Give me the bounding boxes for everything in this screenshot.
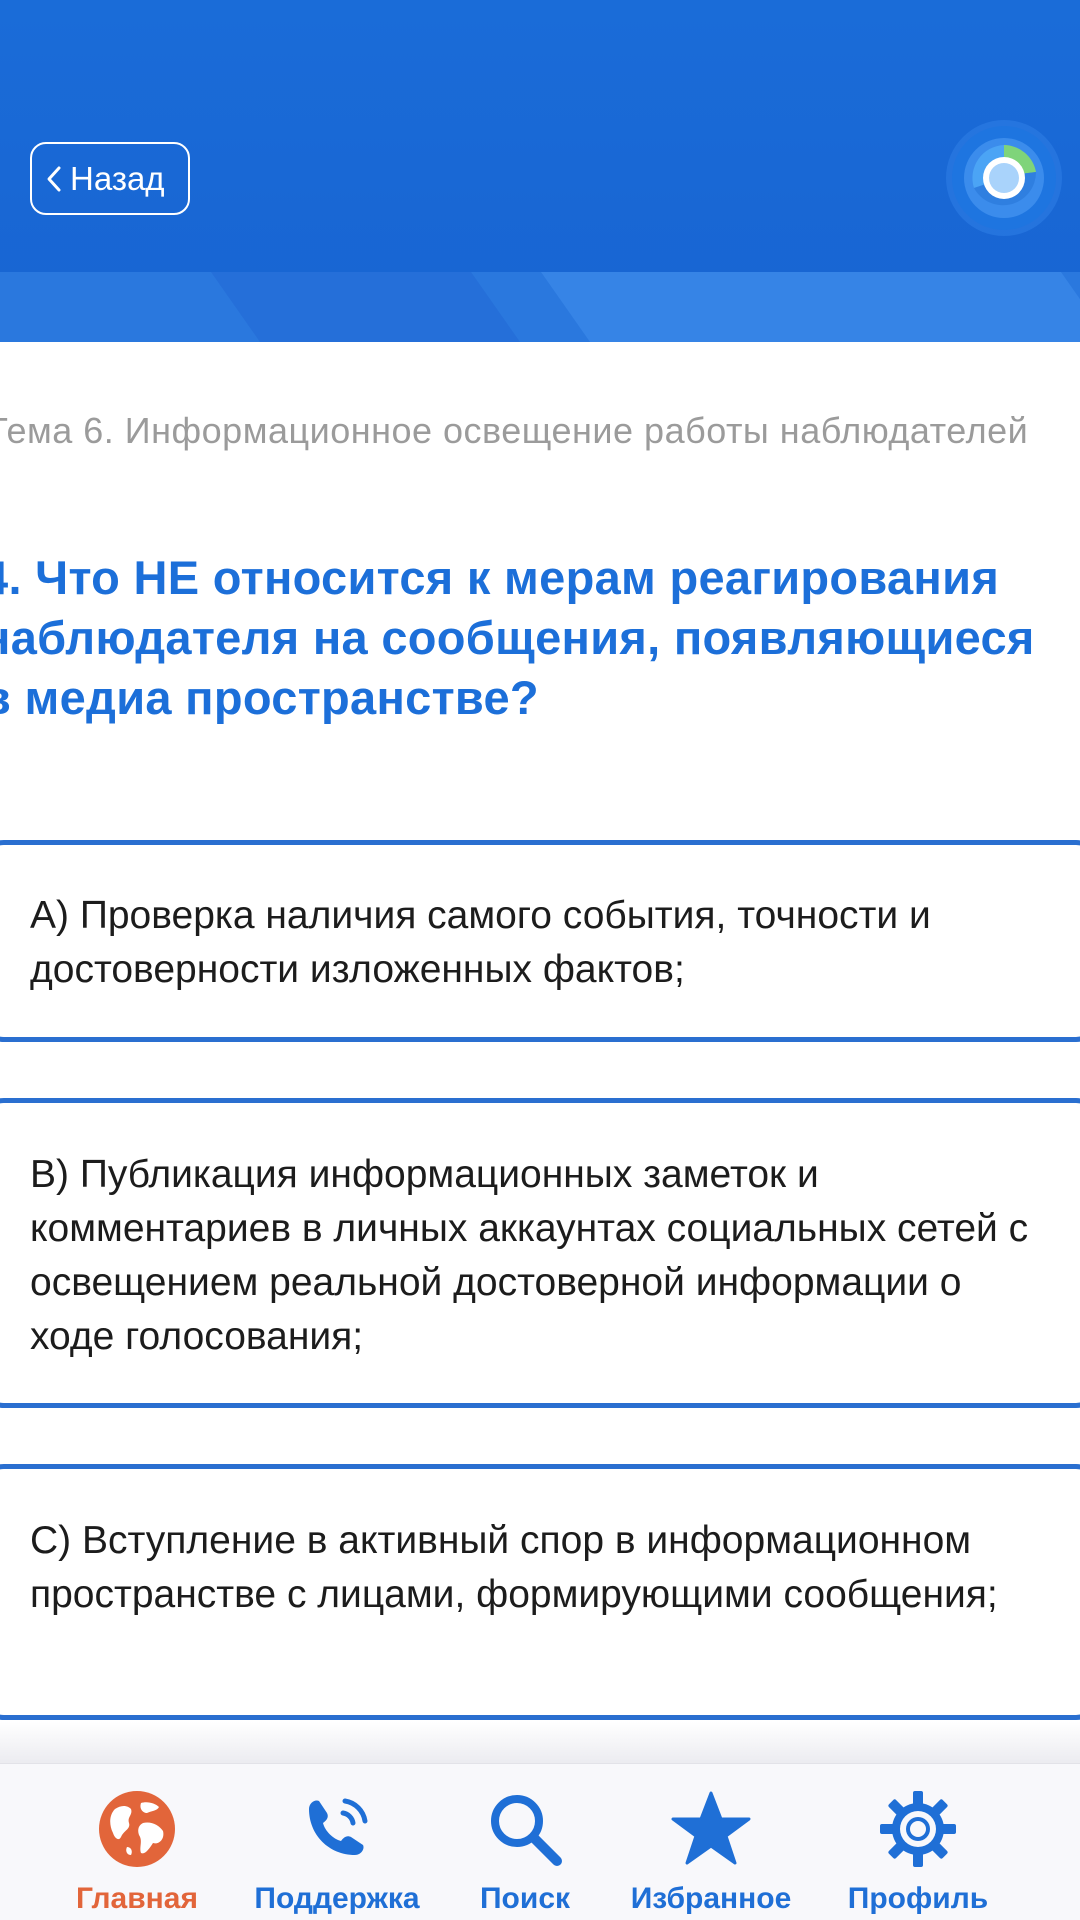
tab-label: Поддержка [254,1882,420,1915]
tab-favorites[interactable]: Избранное [618,1764,804,1920]
answer-option-c[interactable]: С) Вступление в активный спор в информац… [0,1464,1080,1720]
tab-home[interactable]: Главная [62,1764,212,1920]
answer-option-b[interactable]: В) Публикация информационных заметок и к… [0,1098,1080,1408]
bottom-tab-bar: Главная Поддержка Поиск Избранное Профил… [0,1763,1080,1920]
tab-label: Профиль [847,1882,989,1915]
answer-option-text: С) Вступление в активный спор в информац… [30,1519,998,1616]
ring-logo-icon [964,138,1044,218]
back-button-label: Назад [70,159,165,197]
app-header: Назад [0,0,1080,342]
phone-icon [309,1798,368,1855]
globe-icon [99,1791,175,1867]
topic-title: Тема 6. Информационное освещение работы … [0,410,1029,451]
header-band-shade [210,272,520,342]
tabbar-shadow [0,1722,1080,1764]
tab-search[interactable]: Поиск [470,1764,580,1920]
chevron-left-icon [47,166,61,191]
star-icon [671,1791,751,1865]
gear-icon [880,1791,956,1867]
tab-label: Избранное [630,1882,792,1915]
tab-profile[interactable]: Профиль [842,1764,994,1920]
header-band-shade [540,272,1080,342]
back-button[interactable]: Назад [30,142,190,215]
search-icon [491,1795,562,1866]
answer-option-text: А) Проверка наличия самого события, точн… [30,894,931,991]
app-logo [952,126,1056,230]
tab-label: Главная [75,1882,198,1915]
tab-label: Поиск [479,1882,571,1915]
answer-option-a[interactable]: А) Проверка наличия самого события, точн… [0,840,1080,1042]
question-title: 4. Что НЕ относится к мерам реагирования… [0,551,1035,724]
answer-option-text: В) Публикация информационных заметок и к… [30,1153,1029,1358]
tab-support[interactable]: Поддержка [242,1764,432,1920]
